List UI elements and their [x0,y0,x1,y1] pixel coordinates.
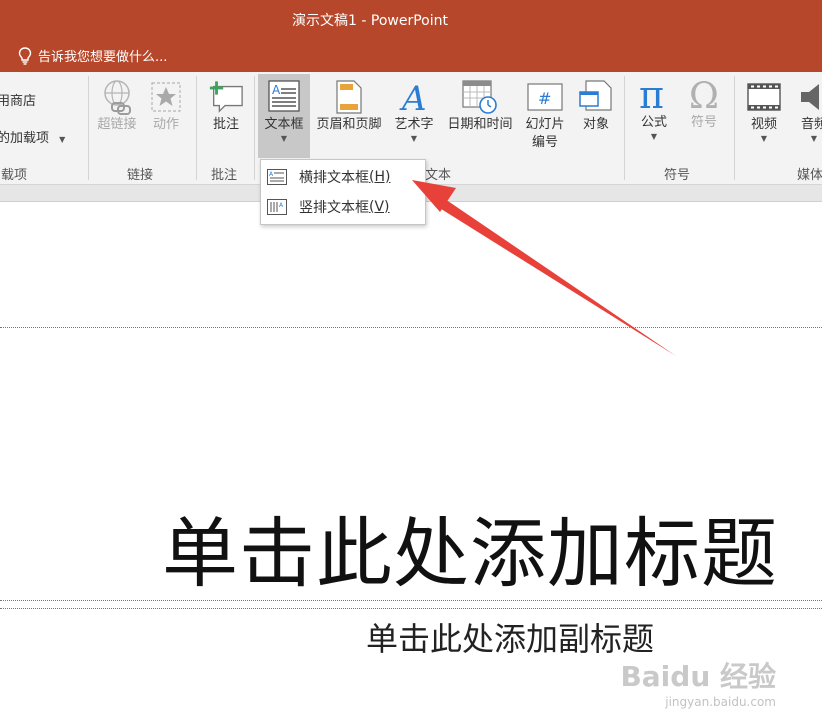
wordart-label: 艺术字 [394,117,434,132]
menu-item-label: 竖排文本框 [299,200,369,216]
svg-text:A: A [399,80,427,114]
equation-button[interactable]: π 公式 ▼ [632,76,676,142]
menu-item-shortcut: (V) [369,199,390,215]
audio-button[interactable]: 音频 ▼ [794,78,822,144]
menu-item-shortcut: (H) [369,169,391,185]
header-footer-icon [336,80,362,114]
menu-item-vertical-textbox[interactable]: A 竖排文本框 (V) [261,192,425,222]
calendar-clock-icon [462,80,497,114]
textbox-dropdown-menu: A 横排文本框 (H) A 竖排文本框 (V) [260,159,426,225]
omega-symbol-icon: Ω [689,77,719,113]
video-label: 视频 [750,117,777,132]
group-label-symbols: 符号 [664,168,691,183]
menu-item-label: 横排文本框 [299,170,369,186]
video-film-icon [747,83,781,111]
hyperlink-label: 超链接 [97,117,137,132]
textbox-icon: A [268,80,300,112]
wordart-button[interactable]: A 艺术字 ▼ [390,78,438,144]
group-divider [254,76,255,180]
svg-text:π: π [639,77,664,113]
title-placeholder[interactable]: 单击此处添加标题 [162,492,778,602]
store-label: 应用商店 [0,94,37,109]
header-footer-button[interactable]: 页眉和页脚 [312,78,386,134]
comment-label: 批注 [212,117,239,132]
wordart-icon: A [399,80,427,114]
chevron-down-icon: ▼ [59,135,66,144]
group-label-addins: 加载项 [0,168,28,183]
equation-label: 公式 [640,115,667,130]
datetime-label: 日期和时间 [447,117,513,132]
my-addins-label: 我的加载项 [0,131,50,146]
vertical-textbox-icon: A [267,199,287,215]
symbol-button[interactable]: Ω 符号 [682,76,726,132]
chevron-down-icon: ▼ [280,134,288,143]
object-label: 对象 [582,117,609,132]
watermark-url: jingyan.baidu.com [665,695,776,709]
horizontal-textbox-icon: A [267,169,287,185]
svg-text:#: # [538,89,551,108]
subtitle-placeholder-border [0,608,822,609]
hyperlink-button[interactable]: 超链接 [94,78,140,134]
action-star-icon [151,82,181,112]
subtitle-placeholder[interactable]: 单击此处添加副标题 [0,614,822,660]
pi-equation-icon: π [639,77,664,113]
action-label: 动作 [152,117,179,132]
watermark-logo: Baidu 经验 [620,660,776,693]
chevron-down-icon: ▼ [810,134,818,143]
audio-label: 音频 [800,117,822,132]
chevron-down-icon: ▼ [760,134,768,143]
group-divider [196,76,197,180]
baidu-watermark: Baidu 经验 jingyan.baidu.com [620,655,776,709]
group-label-comments: 批注 [211,168,238,183]
slide-number-button[interactable]: # 幻灯片 编号 [521,78,569,152]
group-divider [88,76,89,180]
title-bar: 演示文稿1 - PowerPoint 告诉我您想要做什么... [0,0,822,72]
group-label-text: 文本 [425,168,452,183]
my-addins-button[interactable]: 我的加载项 ▼ [0,127,65,146]
slide-canvas[interactable]: 单击此处添加标题 单击此处添加副标题 [0,202,822,727]
chevron-down-icon: ▼ [410,134,418,143]
group-label-media: 媒体 [797,168,822,183]
tell-me-search[interactable]: 告诉我您想要做什么... [18,46,167,65]
store-button[interactable]: 应用商店 [0,90,36,109]
textbox-label: 文本框 [264,117,304,132]
slide-number-icon: # [527,83,563,111]
slide-number-label-2: 编号 [531,135,558,150]
comment-icon [209,81,243,113]
tell-me-label: 告诉我您想要做什么... [38,50,168,65]
object-button[interactable]: 对象 [574,78,618,134]
textbox-button[interactable]: A 文本框 ▼ [258,78,310,144]
subtitle-placeholder-border [0,600,822,601]
slide-number-label-1: 幻灯片 [525,117,565,132]
chevron-down-icon: ▼ [650,132,658,141]
window-title: 演示文稿1 - PowerPoint [292,13,448,29]
comment-button[interactable]: 批注 [204,78,248,134]
object-icon [579,80,612,111]
svg-text:Ω: Ω [689,77,719,113]
group-divider [624,76,625,180]
svg-text:A: A [272,83,281,97]
speaker-audio-icon [801,84,819,110]
lightbulb-icon [18,46,32,65]
datetime-button[interactable]: 日期和时间 [441,78,519,134]
menu-item-horizontal-textbox[interactable]: A 横排文本框 (H) [261,162,425,192]
group-label-links: 链接 [127,168,154,183]
video-button[interactable]: 视频 ▼ [742,78,786,144]
header-footer-label: 页眉和页脚 [316,117,382,132]
symbol-label: 符号 [690,115,717,130]
action-button[interactable]: 动作 [145,78,187,134]
hyperlink-icon [104,80,131,115]
group-divider [734,76,735,180]
title-placeholder-border [0,327,822,328]
